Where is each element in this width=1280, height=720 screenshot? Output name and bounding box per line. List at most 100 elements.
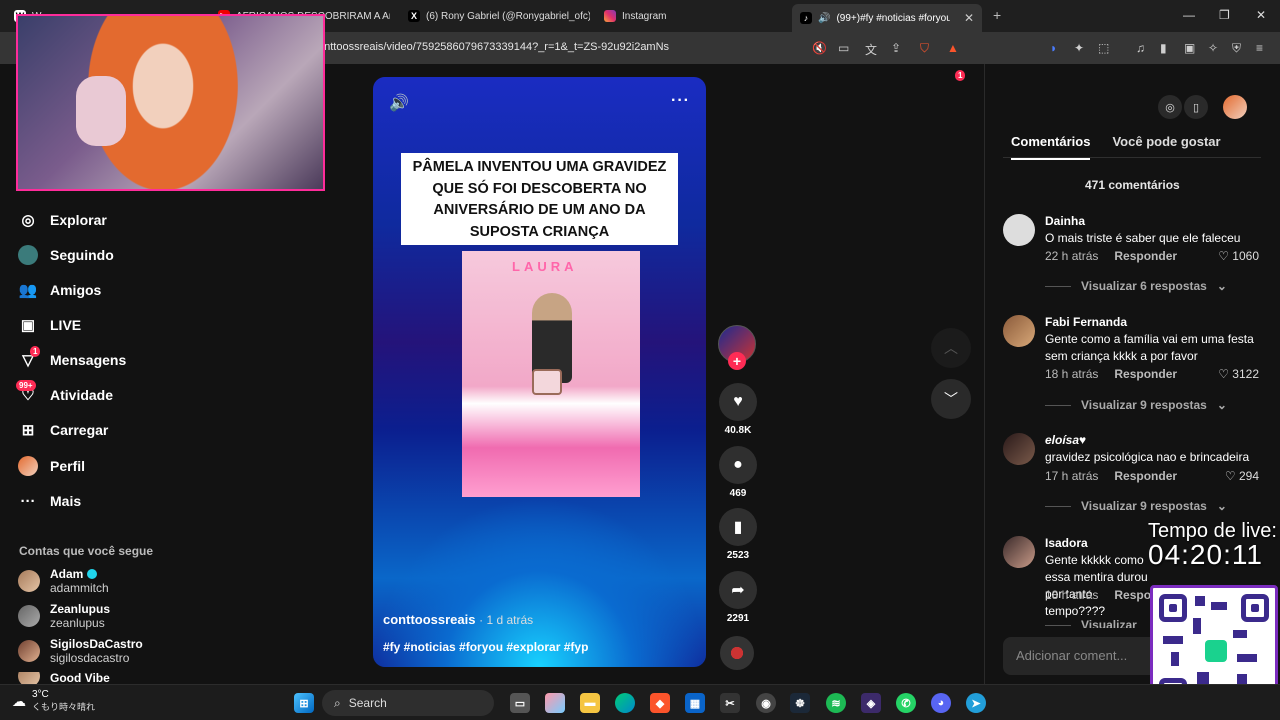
phone-icon[interactable]: ▯ — [1184, 95, 1208, 119]
avatar — [18, 605, 40, 627]
telegram-icon[interactable]: ➤ — [966, 693, 986, 713]
ai-icon[interactable]: ✧ — [1208, 41, 1218, 55]
taskbar-search[interactable]: ⌕ Search — [322, 690, 494, 716]
volume-icon[interactable]: 🔊 — [389, 93, 409, 113]
edge-icon[interactable] — [615, 693, 635, 713]
following-item[interactable]: Zeanlupus zeanlupus — [18, 602, 110, 630]
store-icon[interactable]: ▦ — [685, 693, 705, 713]
sidebar-item-atividade[interactable]: ♡ 99+ Atividade — [16, 380, 113, 405]
profile-avatar[interactable] — [1223, 95, 1247, 119]
discord-icon[interactable]: ◕ — [931, 693, 951, 713]
sound-disc[interactable] — [720, 636, 754, 670]
video-player[interactable]: 🔊 ··· PÂMELA INVENTOU UMA GRAVIDEZ QUE S… — [373, 77, 706, 667]
like-button[interactable]: ♥ 40.8K — [718, 383, 758, 436]
reply-button[interactable]: Responder — [1114, 469, 1177, 483]
sidebar-toggle-icon[interactable]: ▮ — [1160, 41, 1167, 55]
sidebar-item-explorar[interactable]: ◎ Explorar — [18, 210, 106, 230]
comment-button[interactable]: ● 469 — [718, 446, 758, 499]
next-video-button[interactable]: ﹀ — [931, 379, 971, 419]
copilot-icon[interactable] — [545, 693, 565, 713]
file-explorer-icon[interactable]: ▬ — [580, 693, 600, 713]
cake — [532, 369, 562, 395]
like-comment-button[interactable]: ♡ 294 — [1225, 469, 1259, 483]
cast-icon[interactable]: ▭ — [838, 41, 849, 55]
following-item[interactable]: Good Vibe — [18, 672, 110, 684]
close-tab-icon[interactable]: ✕ — [964, 11, 974, 25]
media-icon[interactable]: ♫ — [1136, 41, 1145, 55]
reply-button[interactable]: Respo — [1114, 588, 1151, 602]
qr-module — [1171, 652, 1179, 666]
previous-video-button[interactable]: ︿ — [931, 328, 971, 368]
translate-icon[interactable]: 文 — [865, 41, 877, 58]
wallet-icon[interactable]: ◗ — [1050, 41, 1057, 55]
share-icon[interactable]: ⇪ — [891, 41, 901, 55]
mute-icon[interactable]: 🔇 — [812, 41, 827, 55]
share-arrow-icon: ➦ — [719, 571, 757, 609]
following-item[interactable]: Adam adammitch — [18, 567, 109, 595]
save-button[interactable]: ▮ 2523 — [718, 508, 758, 561]
start-icon[interactable]: ⊞ — [294, 693, 314, 713]
view-replies-button[interactable]: Visualizar 9 respostas ⌄ — [1045, 398, 1227, 412]
taskbar: ☁ 3°C くもり時々晴れ ⊞ ⌕ Search ▭ ▬ ◆ ▦ ✂ ◉ ☸ ≋ ◈… — [0, 684, 1280, 720]
brave-icon[interactable]: ◆ — [650, 693, 670, 713]
view-replies-button[interactable]: Visualizar — [1045, 618, 1137, 628]
sidebar-item-live[interactable]: ▣ LIVE — [18, 315, 81, 335]
live-icon: ▣ — [20, 317, 36, 334]
share-button[interactable]: ➦ 2291 — [718, 571, 758, 624]
app-icon[interactable]: ◈ — [861, 693, 881, 713]
like-comment-button[interactable]: ♡ 3122 — [1218, 367, 1259, 381]
maximize-button[interactable]: ❐ — [1219, 8, 1230, 22]
sidebar-item-perfil[interactable]: Perfil — [18, 456, 85, 476]
screenshot-icon[interactable]: ⬚ — [1098, 41, 1109, 55]
sidebar-item-mais[interactable]: ··· Mais — [18, 491, 82, 511]
qr-module — [1233, 630, 1247, 638]
tab-x[interactable]: X (6) Rony Gabriel (@Ronygabriel_ofc) — [400, 4, 590, 28]
reply-button[interactable]: Responder — [1114, 367, 1177, 381]
brave-shield-icon[interactable]: ⛉ — [920, 41, 929, 56]
avatar[interactable] — [1003, 536, 1035, 568]
task-view-icon[interactable]: ▭ — [510, 693, 530, 713]
obs-icon[interactable]: ◉ — [756, 693, 776, 713]
steam-icon[interactable]: ☸ — [790, 693, 810, 713]
tab-instagram[interactable]: Instagram — [596, 4, 786, 28]
sidebar-item-carregar[interactable]: ⊞ Carregar — [18, 420, 109, 440]
sidebar-item-seguindo[interactable]: Seguindo — [18, 245, 114, 265]
avatar[interactable] — [1003, 214, 1035, 246]
new-tab-button[interactable]: + — [993, 7, 1001, 23]
view-replies-button[interactable]: Visualizar 6 respostas ⌄ — [1045, 279, 1227, 293]
sidebar-item-amigos[interactable]: 👥 Amigos — [18, 280, 102, 300]
video-author[interactable]: conttoossreais · 1 d atrás — [383, 612, 533, 627]
instagram-icon — [604, 10, 616, 22]
profile-avatar — [18, 456, 38, 476]
reply-button[interactable]: Responder — [1114, 249, 1177, 263]
wallet2-icon[interactable]: ▣ — [1184, 41, 1195, 55]
rewards-icon[interactable]: ▲ — [947, 41, 959, 55]
add-comment-input[interactable]: Adicionar coment... — [1003, 637, 1173, 675]
video-hashtags[interactable]: #fy #noticias #foryou #explorar #fyp — [383, 640, 588, 654]
avatar[interactable] — [1003, 433, 1035, 465]
more-options-icon[interactable]: ··· — [671, 92, 690, 110]
x-icon: X — [408, 10, 420, 22]
close-window-button[interactable]: ✕ — [1256, 8, 1266, 22]
spotify-icon[interactable]: ≋ — [826, 693, 846, 713]
comment-count-label: 471 comentários — [1085, 178, 1180, 192]
capcut-icon[interactable]: ✂ — [720, 693, 740, 713]
url-field[interactable]: onttoossreais/video/7592586079673339144?… — [318, 41, 669, 53]
like-comment-button[interactable]: ♡ 1060 — [1218, 249, 1259, 263]
minimize-button[interactable]: — — [1183, 8, 1195, 22]
whatsapp-icon[interactable]: ✆ — [896, 693, 916, 713]
autoscroll-icon[interactable]: ◎ — [1158, 95, 1182, 119]
weather-widget[interactable]: ☁ 3°C くもり時々晴れ — [12, 689, 95, 713]
extensions-icon[interactable]: ✦ — [1074, 41, 1084, 55]
tab-tiktok[interactable]: ♪ 🔊 (99+)#fy #noticias #foryou # ✕ — [792, 4, 982, 32]
vpn-icon[interactable]: ⛨ — [1232, 41, 1241, 56]
avatar[interactable] — [1003, 315, 1035, 347]
friends-icon: 👥 — [18, 282, 38, 299]
follow-plus-icon[interactable]: + — [728, 352, 746, 370]
view-replies-button[interactable]: Visualizar 9 respostas ⌄ — [1045, 499, 1227, 513]
menu-icon[interactable]: ≡ — [1256, 41, 1263, 55]
following-item[interactable]: SigilosDaCastro sigilosdacastro — [18, 637, 143, 665]
comment-item: Dainha O mais triste é saber que ele fal… — [1003, 214, 1263, 294]
sidebar-item-mensagens[interactable]: ▽ 1 Mensagens — [18, 346, 126, 370]
more-icon: ··· — [20, 492, 36, 510]
